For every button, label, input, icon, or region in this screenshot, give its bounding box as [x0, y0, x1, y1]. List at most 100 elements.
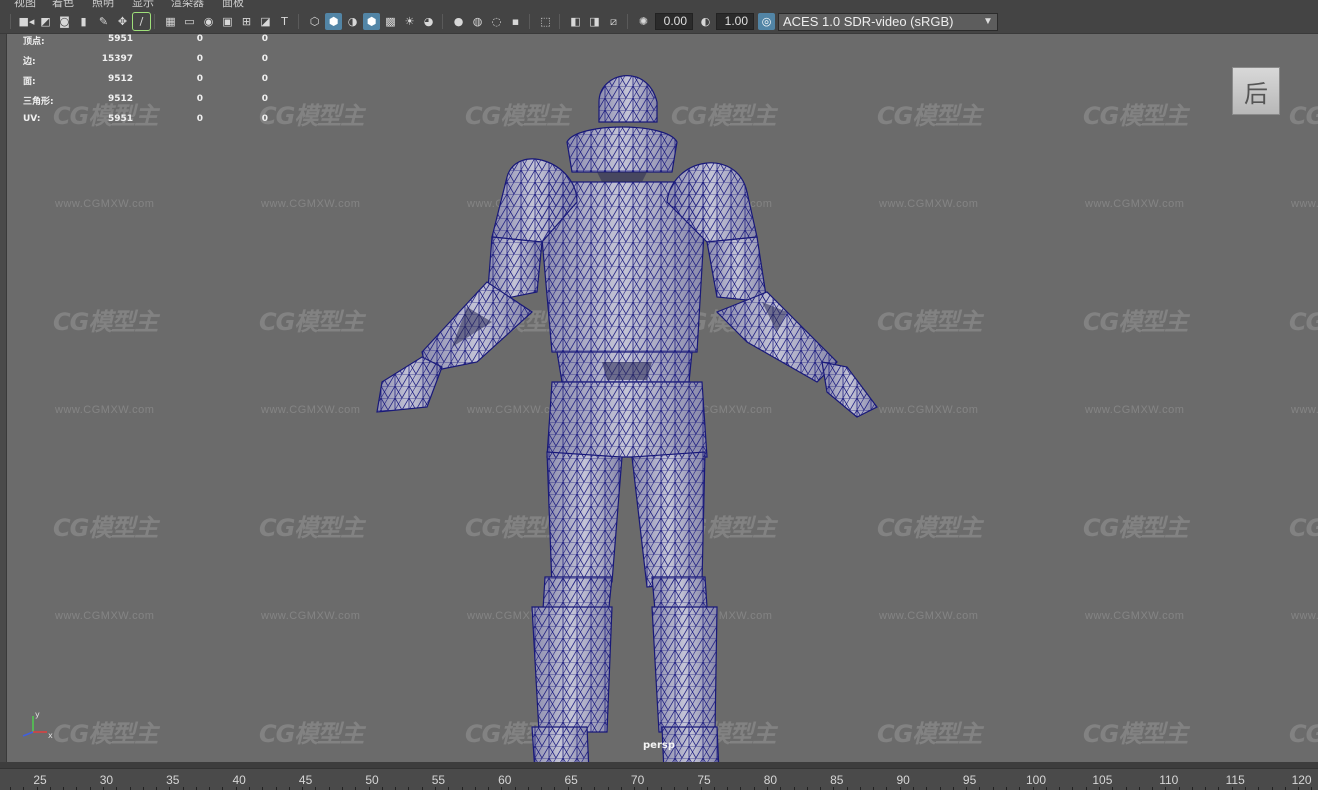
- hud-label: 面:: [23, 77, 36, 87]
- timeline-frame-label: 100: [1025, 773, 1047, 787]
- depth-of-field-icon[interactable]: ▪: [507, 13, 524, 30]
- watermark-logo: CG模型主: [1289, 720, 1318, 748]
- watermark-logo: CG模型主: [877, 102, 982, 130]
- viewport-panel[interactable]: CG模型主 www.CGMXW.com CG模型主 www.CGMXW.com CG模型…: [6, 34, 1318, 762]
- camera-name-label: persp: [643, 740, 675, 751]
- anti-alias-icon[interactable]: ◌: [488, 13, 505, 30]
- gamma-field[interactable]: 1.00: [716, 13, 754, 30]
- motion-blur-icon[interactable]: ◍: [469, 13, 486, 30]
- grease-pencil-tool-icon[interactable]: /: [132, 12, 151, 31]
- gamma-icon[interactable]: ◐: [697, 13, 714, 30]
- isolate-select-icon[interactable]: ⬚: [537, 13, 554, 30]
- toolbar-separator: [298, 14, 299, 29]
- safe-title-icon[interactable]: T: [276, 13, 293, 30]
- watermark-url: www.CGMXW.com: [1291, 610, 1318, 622]
- axis-x-label: x: [48, 731, 53, 740]
- watermark-url: www.CGMXW.com: [261, 198, 361, 210]
- screen-space-ao-icon[interactable]: ●: [450, 13, 467, 30]
- watermark-logo: CG模型主: [259, 514, 364, 542]
- watermark-url: www.CGMXW.com: [879, 198, 979, 210]
- use-all-lights-icon[interactable]: ☀: [401, 13, 418, 30]
- timeline-frame-label: 50: [365, 773, 379, 787]
- gate-mask-icon[interactable]: ▣: [219, 13, 236, 30]
- timeline-frame-label: 115: [1225, 773, 1245, 787]
- timeline-frame-label: 80: [763, 773, 778, 787]
- watermark-url: www.CGMXW.com: [55, 610, 155, 622]
- timeline-frame-label: 65: [564, 773, 578, 787]
- wireframe-on-shaded-icon[interactable]: ⬢: [363, 13, 380, 30]
- timeline-frame-label: 45: [298, 773, 313, 787]
- exposure-field[interactable]: 0.00: [655, 13, 693, 30]
- view-cube-face-label: 后: [1244, 79, 1268, 108]
- watermark-logo: CG模型主: [877, 308, 982, 336]
- hud-value: 5951: [107, 34, 133, 44]
- wireframe-icon[interactable]: ⬡: [306, 13, 323, 30]
- xray-joints-icon[interactable]: ◨: [586, 13, 603, 30]
- hud-value: 0: [196, 94, 203, 104]
- watermark-logo: CG模型主: [877, 720, 982, 748]
- hud-label: 三角形:: [23, 97, 54, 107]
- hud-label: UV:: [23, 114, 41, 124]
- watermark-logo: CG模型主: [1083, 720, 1188, 748]
- color-management-icon[interactable]: ◎: [758, 13, 775, 30]
- film-gate-icon[interactable]: ▭: [181, 13, 198, 30]
- watermark-url: www.CGMXW.com: [1085, 404, 1185, 416]
- hud-label: 边:: [23, 57, 36, 67]
- grease-pencil-icon[interactable]: ✎: [95, 13, 112, 30]
- timeline-frame-label: 120: [1291, 773, 1312, 787]
- watermark-url: www.CGMXW.com: [1085, 610, 1185, 622]
- time-slider[interactable]: 25 30 35 40 45 50 55 60 65 70 75 80 85 90 95 100 105 110 1…: [0, 768, 1318, 790]
- timeline-frame-label: 90: [896, 773, 910, 787]
- menu-panels[interactable]: 面板: [222, 0, 244, 10]
- menu-lighting[interactable]: 照明: [92, 0, 114, 10]
- watermark-logo: CG模型主: [1083, 308, 1188, 336]
- hud-value: 0: [261, 94, 268, 104]
- xray-icon[interactable]: ◧: [567, 13, 584, 30]
- hud-value: 0: [196, 34, 203, 44]
- hud-value: 9512: [107, 94, 133, 104]
- hud-value: 15397: [101, 54, 133, 64]
- watermark-logo: CG模型主: [1289, 102, 1318, 130]
- color-space-label: ACES 1.0 SDR-video (sRGB): [783, 14, 954, 29]
- timeline-frame-label: 35: [166, 773, 180, 787]
- 2d-pan-zoom-icon[interactable]: ✥: [114, 13, 131, 30]
- camera-icon[interactable]: ■◂: [18, 13, 35, 30]
- watermark-url: www.CGMXW.com: [261, 404, 361, 416]
- timeline-frame-label: 95: [962, 773, 977, 787]
- hud-value: 0: [261, 114, 268, 124]
- view-cube[interactable]: 后: [1232, 67, 1280, 115]
- hud-value: 0: [261, 54, 268, 64]
- smooth-shade-icon[interactable]: ⬢: [325, 13, 342, 30]
- shadows-icon[interactable]: ◕: [420, 13, 437, 30]
- hud-value: 0: [196, 54, 203, 64]
- chevron-down-icon[interactable]: ▼: [979, 14, 997, 30]
- resolution-gate-icon[interactable]: ◉: [200, 13, 217, 30]
- bookmark-icon[interactable]: ◙: [56, 13, 73, 30]
- menu-renderer[interactable]: 渲染器: [171, 0, 204, 10]
- menu-shading[interactable]: 着色: [52, 0, 74, 10]
- watermark-logo: CG模型主: [259, 102, 364, 130]
- image-plane-icon[interactable]: ▮: [75, 13, 92, 30]
- character-wireframe-model[interactable]: [367, 62, 887, 762]
- color-space-dropdown[interactable]: ACES 1.0 SDR-video (sRGB) ▼: [778, 13, 998, 31]
- menu-view[interactable]: 视图: [14, 0, 36, 10]
- field-chart-icon[interactable]: ⊞: [238, 13, 255, 30]
- hud-value: 0: [196, 114, 203, 124]
- toolbar-separator: [627, 14, 628, 29]
- camera-attributes-icon[interactable]: ◩: [37, 13, 54, 30]
- safe-action-icon[interactable]: ◪: [257, 13, 274, 30]
- exposure-icon[interactable]: ✺: [635, 13, 652, 30]
- default-material-icon[interactable]: ◑: [344, 13, 361, 30]
- axis-y-label: y: [35, 710, 40, 719]
- watermark-logo: CG模型主: [1083, 514, 1188, 542]
- watermark-url: www.CGMXW.com: [1291, 404, 1318, 416]
- hud-value: 0: [196, 74, 203, 84]
- axis-gizmo: y x: [22, 710, 53, 740]
- timeline-frame-label: 40: [232, 773, 246, 787]
- toolbar-separator: [154, 14, 155, 29]
- backface-culling-icon[interactable]: ⧄: [605, 13, 622, 30]
- watermark-logo: CG模型主: [877, 514, 982, 542]
- menu-show[interactable]: 显示: [132, 0, 154, 10]
- textured-icon[interactable]: ▩: [382, 13, 399, 30]
- grid-icon[interactable]: ▦: [162, 13, 179, 30]
